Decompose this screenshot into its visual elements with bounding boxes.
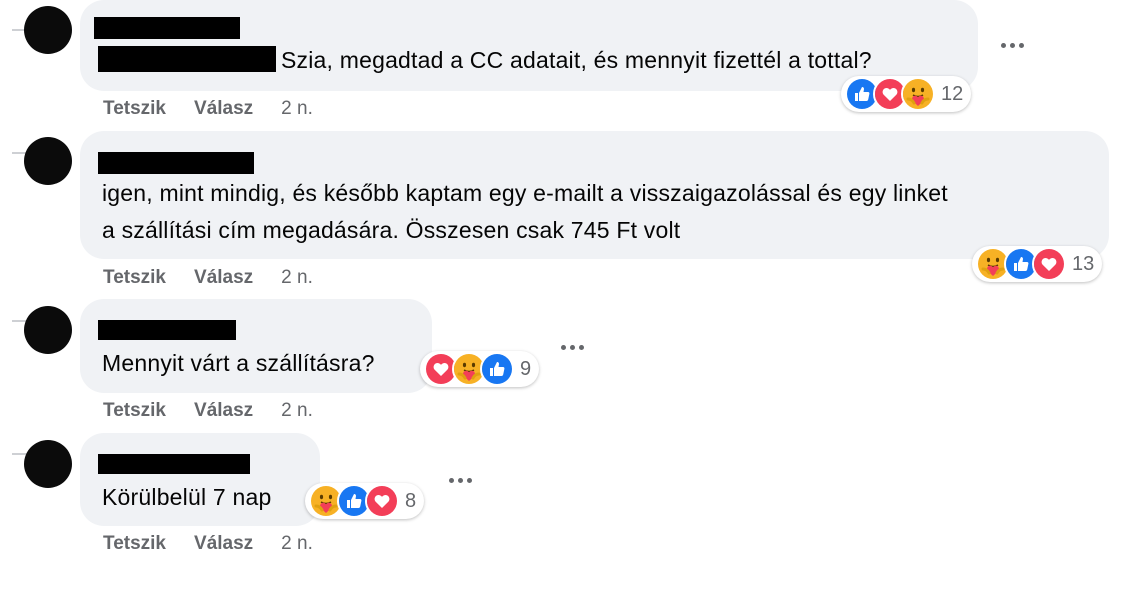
like-link[interactable]: Tetszik <box>103 533 166 555</box>
timestamp[interactable]: 2 n. <box>281 98 313 120</box>
reaction-count: 9 <box>520 357 532 380</box>
comment-text: Körülbelül 7 nap <box>102 484 272 510</box>
avatar[interactable] <box>24 6 72 54</box>
redacted-author-name[interactable] <box>94 17 240 39</box>
reactions-summary[interactable]: 8 <box>305 483 425 519</box>
redacted-author-name[interactable] <box>98 152 254 174</box>
comment-bubble: Szia, megadtad a CC adatait, és mennyit … <box>80 0 978 91</box>
comment-actions: Tetszik Válasz 2 n. <box>103 533 313 555</box>
avatar[interactable] <box>24 306 72 354</box>
comment-text: Szia, megadtad a CC adatait, és mennyit … <box>281 47 872 73</box>
comment-actions: Tetszik Válasz 2 n. <box>103 98 313 120</box>
comment-text-line: igen, mint mindig, és később kaptam egy … <box>102 180 948 206</box>
love-icon <box>365 484 399 518</box>
redacted-author-name[interactable] <box>98 454 250 474</box>
reactions-summary[interactable]: 13 <box>972 246 1103 282</box>
comment-actions: Tetszik Válasz 2 n. <box>103 400 313 422</box>
reactions-summary[interactable]: 12 <box>841 76 972 112</box>
like-link[interactable]: Tetszik <box>103 400 166 422</box>
timestamp[interactable]: 2 n. <box>281 533 313 555</box>
reactions-summary[interactable]: 9 <box>420 351 540 387</box>
avatar[interactable] <box>24 137 72 185</box>
reaction-count: 12 <box>941 82 964 105</box>
like-link[interactable]: Tetszik <box>103 98 166 120</box>
like-icon <box>480 352 514 386</box>
avatar[interactable] <box>24 440 72 488</box>
reply-link[interactable]: Válasz <box>194 400 253 422</box>
comment-bubble: Mennyit várt a szállításra? <box>80 299 432 393</box>
reply-link[interactable]: Válasz <box>194 267 253 289</box>
more-options-icon[interactable] <box>554 339 590 355</box>
comment-text-line: a szállítási cím megadására. Összesen cs… <box>102 217 681 243</box>
timestamp[interactable]: 2 n. <box>281 400 313 422</box>
reply-link[interactable]: Válasz <box>194 533 253 555</box>
redacted-mention <box>98 46 276 72</box>
reply-link[interactable]: Válasz <box>194 98 253 120</box>
more-options-icon[interactable] <box>994 37 1030 53</box>
timestamp[interactable]: 2 n. <box>281 267 313 289</box>
comment-bubble: Körülbelül 7 nap <box>80 433 320 526</box>
comment-actions: Tetszik Válasz 2 n. <box>103 267 313 289</box>
reaction-count: 13 <box>1072 252 1095 275</box>
love-icon <box>1032 247 1066 281</box>
reaction-count: 8 <box>405 489 417 512</box>
comment-bubble: igen, mint mindig, és később kaptam egy … <box>80 131 1109 259</box>
like-link[interactable]: Tetszik <box>103 267 166 289</box>
care-icon <box>901 77 935 111</box>
redacted-author-name[interactable] <box>98 320 236 340</box>
comment-text: Mennyit várt a szállításra? <box>102 350 375 376</box>
more-options-icon[interactable] <box>442 472 478 488</box>
